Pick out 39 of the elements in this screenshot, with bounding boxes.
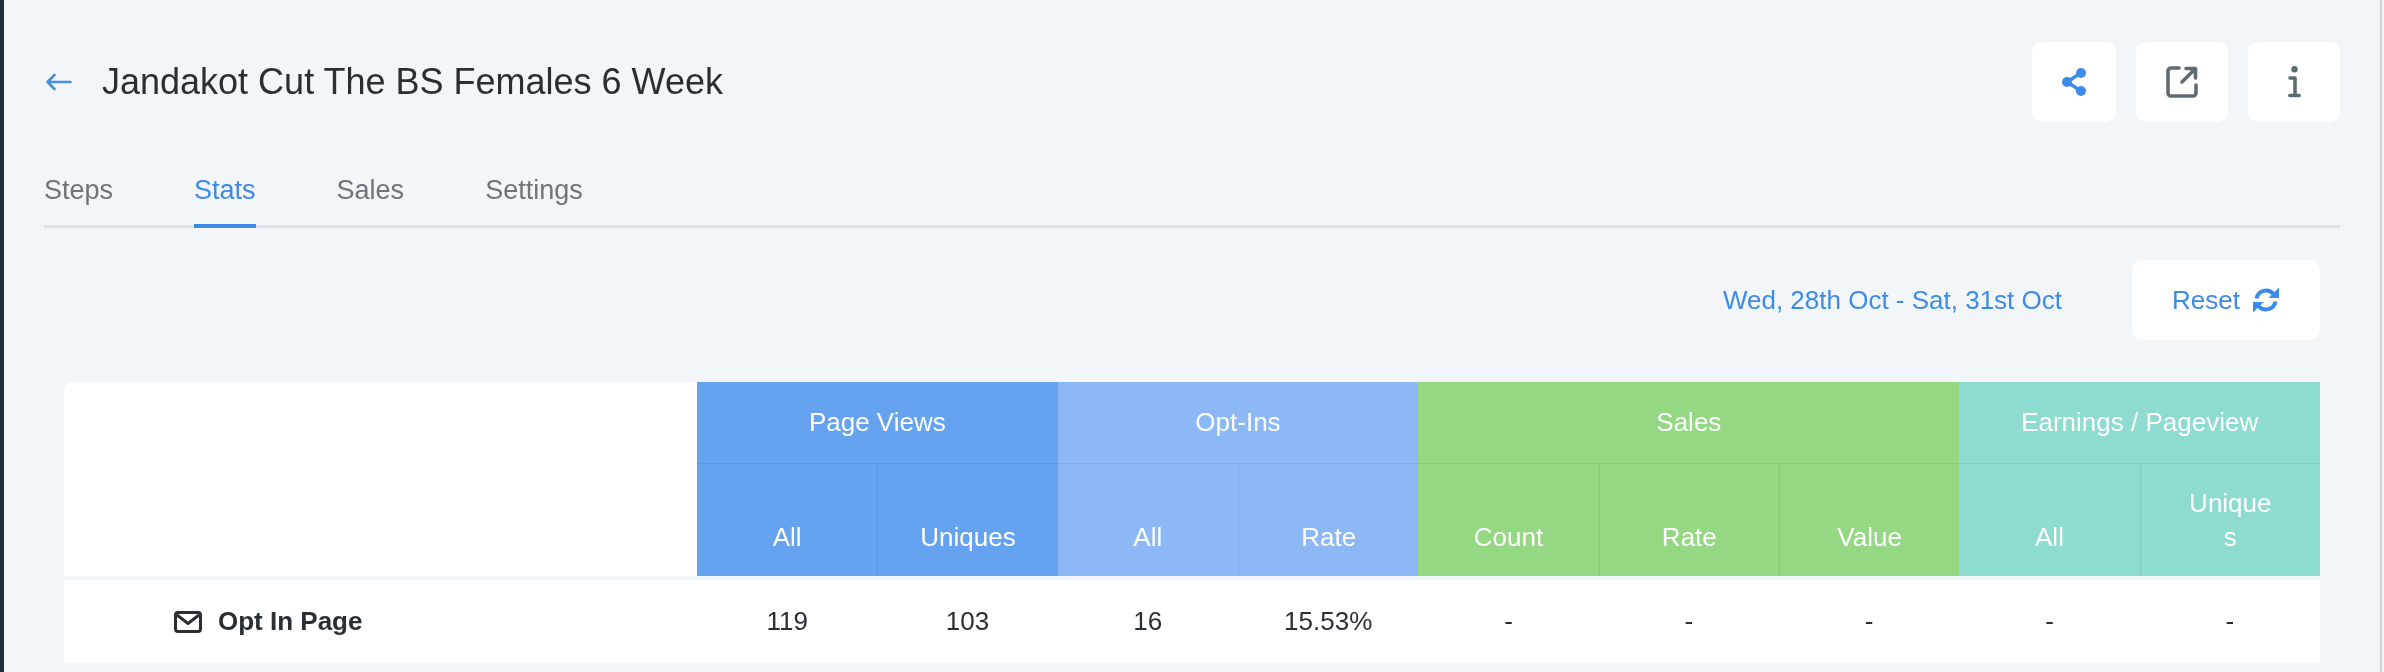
tab[interactable]: Settings	[485, 166, 583, 228]
share-icon	[2062, 68, 2086, 96]
column-header[interactable]: All	[1057, 463, 1238, 576]
reset-button[interactable]: Reset	[2132, 260, 2320, 340]
column-header[interactable]: All	[1959, 463, 2140, 576]
column-header[interactable]: Rate	[1238, 463, 1419, 576]
tab[interactable]: Stats	[194, 166, 256, 228]
external-link-button[interactable]	[2136, 42, 2228, 122]
table-cell-text: 15.53%	[1283, 605, 1374, 638]
column-group-header: Earnings / Pageview	[1959, 382, 2320, 463]
column-header[interactable]: Uniques	[2139, 463, 2320, 576]
table-cell-text: 16	[1132, 605, 1164, 638]
info-button[interactable]	[2248, 42, 2340, 122]
sync-icon	[2251, 286, 2280, 314]
row-label: Opt In Page	[218, 605, 363, 638]
page-title: Jandakot Cut The BS Females 6 Week	[102, 60, 723, 104]
table-cell-text: -	[2044, 605, 2055, 638]
table-cell-text: -	[1863, 605, 1875, 638]
date-range[interactable]: Wed, 28th Oct - Sat, 31st Oct	[1722, 280, 2062, 320]
column-header[interactable]: Uniques	[877, 463, 1058, 576]
table-cell-text: 119	[765, 605, 809, 638]
column-header[interactable]: All	[697, 463, 878, 576]
table-cell-text: -	[2224, 605, 2236, 638]
back-arrow-icon[interactable]	[45, 73, 72, 91]
envelope-icon	[174, 610, 202, 633]
column-group-header: Opt-Ins	[1057, 382, 1419, 463]
column-header[interactable]: Count	[1418, 463, 1599, 576]
external-link-icon	[2166, 66, 2198, 98]
table-cell-text: 103	[944, 605, 991, 638]
column-group-header: Sales	[1418, 382, 1960, 463]
column-group-header: Page Views	[697, 382, 1058, 463]
share-button[interactable]	[2032, 42, 2116, 122]
column-header[interactable]: Value	[1779, 463, 1960, 576]
tab[interactable]: Steps	[44, 166, 114, 228]
table-cell-text: -	[1503, 605, 1514, 638]
info-icon	[2287, 66, 2301, 98]
table-cell-text: -	[1683, 605, 1695, 638]
tab[interactable]: Sales	[336, 166, 405, 228]
column-header[interactable]: Rate	[1598, 463, 1779, 576]
